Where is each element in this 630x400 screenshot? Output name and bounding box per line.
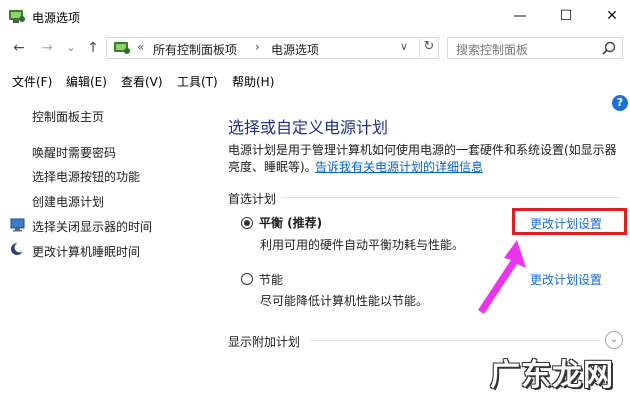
- breadcrumb-separator[interactable]: ›: [255, 40, 260, 54]
- recent-locations-button[interactable]: ⌄: [62, 39, 80, 57]
- sidebar-item-display-off-time[interactable]: 选择关闭显示器的时间: [32, 218, 152, 235]
- plan-balanced-description: 利用可用的硬件自动平衡功耗与性能。: [260, 238, 465, 252]
- up-button[interactable]: ↑: [84, 39, 102, 57]
- menu-help[interactable]: 帮助(H): [232, 73, 274, 90]
- menu-edit[interactable]: 编辑(E): [66, 73, 107, 90]
- search-input[interactable]: 搜索控制面板: [447, 37, 623, 59]
- control-panel-icon: [114, 42, 130, 54]
- sidebar-item-create-plan[interactable]: 创建电源计划: [32, 193, 104, 210]
- learn-more-link[interactable]: 告诉我有关电源计划的详细信息: [315, 158, 483, 175]
- window-title: 电源选项: [32, 11, 81, 25]
- search-placeholder: 搜索控制面板: [456, 43, 529, 57]
- sidebar-item-sleep-time[interactable]: 更改计算机睡眠时间: [32, 243, 140, 260]
- description-line-2: 亮度、睡眠等)。: [228, 160, 317, 174]
- plan-balanced-radio[interactable]: [241, 217, 253, 229]
- sidebar-item-power-button[interactable]: 选择电源按钮的功能: [32, 168, 140, 185]
- watermark: 广东龙网: [490, 358, 614, 393]
- plan-balanced-change-settings-link[interactable]: 更改计划设置: [530, 215, 602, 232]
- menu-file[interactable]: 文件(F): [12, 73, 52, 90]
- plan-power-saver-change-settings-link[interactable]: 更改计划设置: [530, 271, 602, 288]
- minimize-button[interactable]: —: [497, 0, 543, 32]
- title-bar: 电源选项 — ☐ ✕: [0, 0, 630, 32]
- search-icon[interactable]: [602, 41, 616, 55]
- preferred-plans-header: 首选计划: [228, 192, 277, 206]
- plan-balanced-name[interactable]: 平衡 (推荐): [259, 214, 322, 231]
- monitor-icon: [10, 218, 25, 232]
- refresh-icon[interactable]: ↻: [419, 39, 438, 57]
- section-divider: [310, 340, 600, 341]
- page-title: 选择或自定义电源计划: [228, 118, 389, 137]
- plan-power-saver-description: 尽可能降低计算机性能以节能。: [260, 294, 429, 308]
- address-row: ← → ⌄ ↑ « 所有控制面板项 › 电源选项 ∨ ↻ 搜索控制面板: [0, 34, 630, 64]
- section-divider: [282, 197, 620, 198]
- back-button[interactable]: ←: [10, 39, 28, 57]
- plan-power-saver-name[interactable]: 节能: [259, 271, 283, 288]
- address-bar[interactable]: « 所有控制面板项 › 电源选项 ∨ ↻: [106, 37, 439, 59]
- menu-tools[interactable]: 工具(T): [177, 73, 218, 90]
- show-additional-plans-header[interactable]: 显示附加计划: [228, 333, 300, 350]
- help-icon[interactable]: ?: [612, 95, 628, 111]
- menu-bar: 文件(F) 编辑(E) 查看(V) 工具(T) 帮助(H): [0, 68, 630, 90]
- close-button[interactable]: ✕: [589, 0, 630, 32]
- address-dropdown-icon[interactable]: ∨: [400, 40, 408, 53]
- description-line-1: 电源计划是用于管理计算机如何使用电源的一套硬件和系统设置(如显示器: [228, 143, 617, 157]
- maximize-button[interactable]: ☐: [543, 0, 589, 32]
- expand-chevron-icon[interactable]: ⌄: [605, 331, 623, 349]
- sidebar-item-require-password[interactable]: 唤醒时需要密码: [32, 144, 116, 161]
- breadcrumb-power-options[interactable]: 电源选项: [271, 41, 319, 58]
- power-options-icon: [9, 10, 25, 23]
- breadcrumb-overflow[interactable]: «: [137, 40, 144, 54]
- forward-button[interactable]: →: [38, 39, 56, 57]
- breadcrumb-all-control-panel-items[interactable]: 所有控制面板项: [153, 41, 237, 58]
- moon-icon: [11, 242, 24, 255]
- plan-power-saver-radio[interactable]: [241, 273, 253, 285]
- radio-selected-dot: [244, 220, 250, 226]
- menu-view[interactable]: 查看(V): [121, 73, 163, 90]
- annotation-arrow: [478, 240, 526, 314]
- sidebar-item-control-panel-home[interactable]: 控制面板主页: [32, 108, 104, 125]
